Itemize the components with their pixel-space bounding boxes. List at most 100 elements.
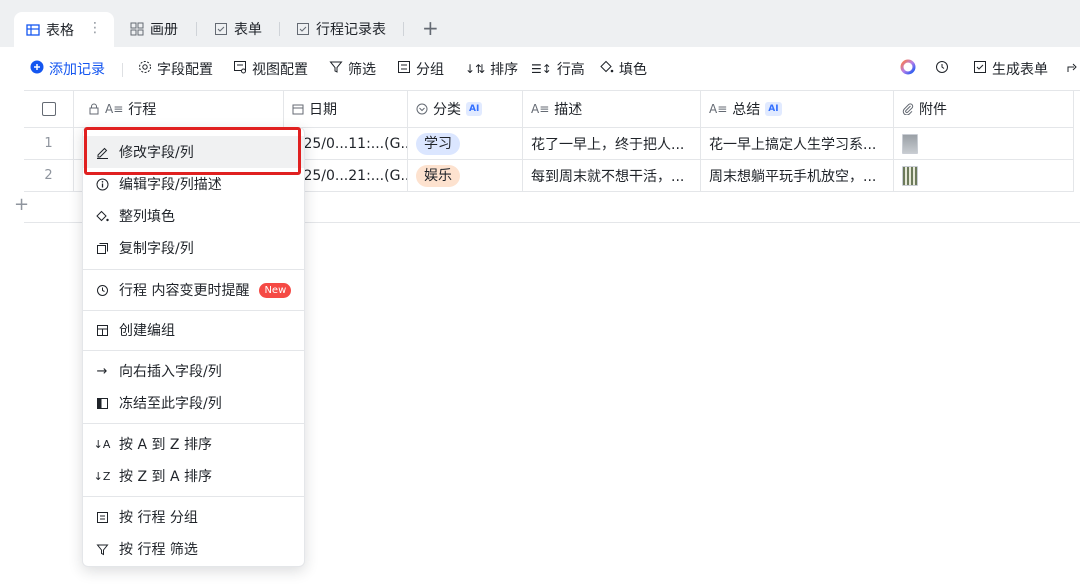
lock-icon [88,103,100,115]
group-label: 分组 [416,62,444,78]
arrow-right-icon: → [96,363,108,379]
column-header-description[interactable]: A≡ 描述 [523,91,701,128]
add-record-button[interactable]: 添加记录 [30,59,105,79]
description-cell[interactable]: 花了一早上，终于把人... [523,128,701,160]
ai-assistant-button[interactable] [900,59,916,79]
column-header-label: 描述 [554,102,583,118]
menu-item-edit-description[interactable]: 编辑字段/列描述 [83,168,304,200]
text-field-icon: A≡ [531,102,550,116]
menu-item-edit-field[interactable]: 修改字段/列 [83,136,304,168]
row-number: 1 [24,128,74,160]
menu-item-group-by[interactable]: 按 行程 分组 [83,501,304,533]
menu-item-label: 向右插入字段/列 [119,364,222,380]
summary-cell[interactable]: 周末想躺平玩手机放空，... [701,160,894,192]
menu-item-sort-desc[interactable]: ↓Z 按 Z 到 A 排序 [83,460,304,492]
share-button[interactable] [1066,59,1080,79]
tab-label: 表单 [234,22,262,38]
ai-badge: AI [765,102,782,116]
paint-bucket-icon [95,210,109,223]
calendar-icon [292,103,304,115]
attachment-thumbnail[interactable] [902,165,918,186]
menu-divider [83,269,304,270]
menu-item-fill-column[interactable]: 整列填色 [83,200,304,232]
column-header-date[interactable]: 日期 [284,91,408,128]
sort-button[interactable]: ↓⇅ 排序 [465,59,518,79]
group-button[interactable]: 分组 [397,59,444,79]
category-cell[interactable]: 学习 [408,128,523,160]
menu-item-insert-right[interactable]: → 向右插入字段/列 [83,355,304,387]
column-header-trip[interactable]: A≡ 行程 [74,91,284,128]
column-header-label: 总结 [732,102,761,118]
menu-item-label: 按 行程 分组 [119,510,198,526]
menu-item-label: 冻结至此字段/列 [119,396,222,412]
sort-label: 排序 [490,62,519,78]
add-view-button[interactable]: + [422,18,439,38]
generate-form-label: 生成表单 [992,62,1048,78]
column-header-attachment[interactable]: 附件 [894,91,1074,128]
menu-item-label: 按 A 到 Z 排序 [119,437,212,453]
column-header-label: 附件 [919,102,947,118]
attachment-thumbnail[interactable] [902,133,918,154]
menu-item-sort-asc[interactable]: ↓A 按 A 到 Z 排序 [83,428,304,460]
tab-label: 画册 [150,22,178,38]
tab-form[interactable]: 表单 [202,11,274,47]
reminder-button[interactable] [935,59,949,79]
tab-divider [279,22,280,36]
attachment-cell[interactable] [894,128,1074,160]
menu-item-label: 行程 内容变更时提醒 [119,283,250,299]
filter-label: 筛选 [348,62,376,78]
group-icon [95,324,109,337]
attachment-icon [902,103,914,115]
column-header-label: 行程 [128,102,157,118]
attachment-cell[interactable] [894,160,1074,192]
menu-item-change-reminder[interactable]: 行程 内容变更时提醒 New [83,274,304,306]
menu-item-filter-by[interactable]: 按 行程 筛选 [83,533,304,565]
table-icon [26,23,40,37]
sort-asc-icon: ↓A [93,437,111,451]
column-header-category[interactable]: 分类 AI [408,91,523,128]
category-cell[interactable]: 娱乐 [408,160,523,192]
tab-gallery[interactable]: 画册 [118,11,190,47]
menu-item-label: 复制字段/列 [119,241,194,257]
view-config-button[interactable]: 视图配置 [233,59,308,79]
menu-item-copy-field[interactable]: 复制字段/列 [83,232,304,264]
select-icon [416,103,428,115]
view-tab-bar: 表格 ⋮ 画册 表单 行程记录表 + [0,0,1080,47]
select-all-checkbox[interactable] [41,102,56,116]
ai-ring-icon [900,59,916,79]
row-height-button[interactable]: ☰↕ 行高 [531,59,585,79]
sort-desc-icon: ↓Z [93,469,111,483]
row-height-icon: ☰↕ [531,62,552,76]
field-config-button[interactable]: 字段配置 [138,59,213,79]
column-header-summary[interactable]: A≡ 总结 AI [701,91,894,128]
tab-divider [196,22,197,36]
add-row-button[interactable]: + [14,194,29,215]
ai-badge: AI [466,102,483,116]
menu-divider [83,310,304,311]
fill-color-label: 填色 [619,62,647,78]
menu-item-label: 创建编组 [119,323,175,339]
menu-item-create-group[interactable]: 创建编组 [83,314,304,346]
toolbar-divider [122,63,123,77]
text-field-icon: A≡ [105,102,124,116]
description-cell[interactable]: 每到周末就不想干活，... [523,160,701,192]
filter-icon [329,60,343,78]
sort-icon: ↓⇅ [465,62,486,76]
form-icon [214,22,228,36]
filter-icon [95,543,109,556]
column-context-menu: 修改字段/列 编辑字段/列描述 整列填色 复制字段/列 行程 内容变更时提醒 N… [82,127,305,567]
tab-divider [403,22,404,36]
column-header-label: 日期 [309,102,337,118]
text-field-icon: A≡ [709,102,728,116]
generate-form-button[interactable]: 生成表单 [973,59,1048,79]
tab-trip-form[interactable]: 行程记录表 [284,11,398,47]
menu-item-label: 编辑字段/列描述 [119,177,222,193]
group-by-icon [95,511,109,524]
paint-bucket-icon [600,60,614,78]
tab-more-icon[interactable]: ⋮ [88,20,102,36]
summary-cell[interactable]: 花一早上搞定人生学习系... [701,128,894,160]
filter-button[interactable]: 筛选 [329,59,376,79]
row-height-label: 行高 [556,62,585,78]
fill-color-button[interactable]: 填色 [600,59,647,79]
menu-item-freeze[interactable]: 冻结至此字段/列 [83,387,304,419]
